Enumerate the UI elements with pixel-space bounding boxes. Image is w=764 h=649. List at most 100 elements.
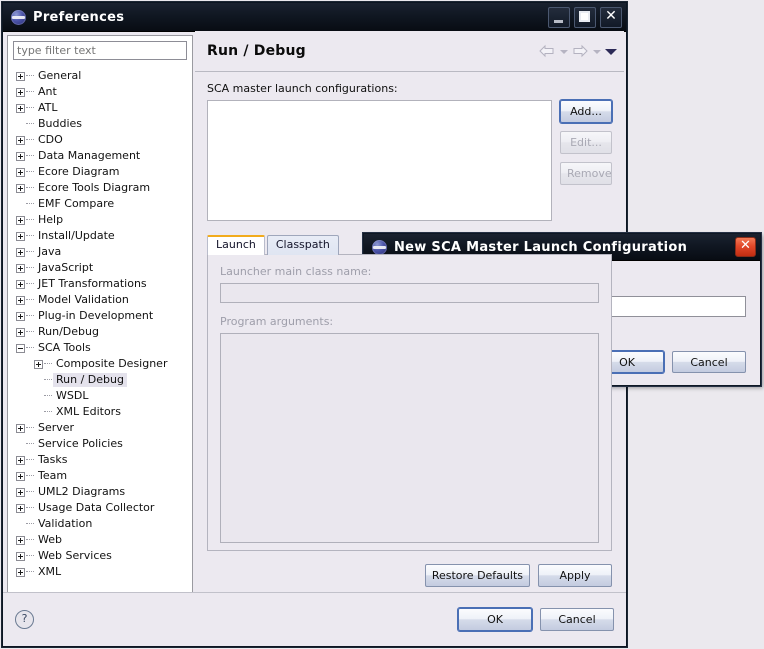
tree-item-tasks[interactable]: Tasks — [16, 452, 192, 468]
preferences-footer: ? OK Cancel — [3, 592, 626, 646]
expand-icon[interactable] — [16, 135, 25, 145]
tree-item-jet-transformations[interactable]: JET Transformations — [16, 276, 192, 292]
tree-item-uml2-diagrams[interactable]: UML2 Diagrams — [16, 484, 192, 500]
tree-item-cdo[interactable]: CDO — [16, 132, 192, 148]
expand-icon[interactable] — [16, 279, 25, 289]
expand-icon[interactable] — [16, 71, 25, 81]
tree-item-xml[interactable]: XML — [16, 564, 192, 580]
tree-item-label: Model Validation — [38, 293, 129, 306]
expand-icon[interactable] — [16, 535, 25, 545]
expand-icon[interactable] — [16, 471, 25, 481]
add-button[interactable]: Add... — [560, 100, 612, 123]
launch-config-list[interactable] — [207, 100, 552, 221]
tree-item-label: WSDL — [56, 389, 89, 402]
tree-item-usage-data-collector[interactable]: Usage Data Collector — [16, 500, 192, 516]
tree-item-install-update[interactable]: Install/Update — [16, 228, 192, 244]
expand-icon[interactable] — [16, 167, 25, 177]
tree-item-label: JET Transformations — [38, 277, 147, 290]
tab-classpath[interactable]: Classpath — [266, 235, 339, 255]
tree-item-composite-designer[interactable]: Composite Designer — [16, 356, 192, 372]
ok-button[interactable]: OK — [458, 608, 532, 631]
tree-item-data-management[interactable]: Data Management — [16, 148, 192, 164]
tree-item-validation[interactable]: Validation — [16, 516, 192, 532]
tree-item-atl[interactable]: ATL — [16, 100, 192, 116]
tree-connector — [26, 459, 34, 461]
expand-icon[interactable] — [16, 87, 25, 97]
tree-item-ant[interactable]: Ant — [16, 84, 192, 100]
expand-icon[interactable] — [16, 183, 25, 193]
view-menu-caret-icon[interactable] — [604, 43, 618, 59]
expand-icon[interactable] — [16, 327, 25, 337]
tree-item-ecore-tools-diagram[interactable]: Ecore Tools Diagram — [16, 180, 192, 196]
forward-dropdown-caret-icon[interactable] — [592, 43, 601, 59]
tab-launch[interactable]: Launch — [207, 235, 265, 255]
tree-item-run-debug[interactable]: Run / Debug — [16, 372, 192, 388]
back-dropdown-caret-icon[interactable] — [559, 43, 568, 59]
tree-item-web-services[interactable]: Web Services — [16, 548, 192, 564]
tree-item-emf-compare[interactable]: EMF Compare — [16, 196, 192, 212]
expand-icon[interactable] — [34, 359, 43, 369]
expand-icon[interactable] — [16, 551, 25, 561]
forward-arrow-icon[interactable] — [571, 43, 589, 59]
minimize-button[interactable] — [548, 6, 570, 28]
dialog-cancel-button[interactable]: Cancel — [672, 351, 746, 373]
expand-icon[interactable] — [16, 423, 25, 433]
apply-button[interactable]: Apply — [538, 564, 612, 587]
expand-icon[interactable] — [16, 151, 25, 161]
tree-item-web[interactable]: Web — [16, 532, 192, 548]
program-arguments-textarea[interactable] — [220, 333, 599, 543]
tree-item-xml-editors[interactable]: XML Editors — [16, 404, 192, 420]
tree-connector — [44, 363, 52, 365]
tree-item-help[interactable]: Help — [16, 212, 192, 228]
preference-tree[interactable]: General Ant ATL Buddies CDO Data Management Ec… — [8, 63, 192, 580]
tree-item-label: Service Policies — [38, 437, 123, 450]
help-icon[interactable]: ? — [15, 610, 34, 629]
launcher-main-class-input[interactable] — [220, 283, 599, 303]
close-button[interactable]: ✕ — [600, 6, 622, 28]
expand-icon[interactable] — [16, 311, 25, 321]
tree-item-java[interactable]: Java — [16, 244, 192, 260]
tree-item-wsdl[interactable]: WSDL — [16, 388, 192, 404]
tree-item-run-debug[interactable]: Run/Debug — [16, 324, 192, 340]
tree-item-sca-tools[interactable]: SCA Tools — [16, 340, 192, 356]
tree-item-ecore-diagram[interactable]: Ecore Diagram — [16, 164, 192, 180]
expand-icon[interactable] — [16, 263, 25, 273]
expand-icon[interactable] — [16, 247, 25, 257]
restore-defaults-button[interactable]: Restore Defaults — [424, 564, 530, 587]
tree-connector — [26, 267, 34, 269]
tree-item-buddies[interactable]: Buddies — [16, 116, 192, 132]
tree-item-label: Validation — [38, 517, 93, 530]
back-arrow-icon[interactable] — [538, 43, 556, 59]
remove-button[interactable]: Remove — [560, 162, 612, 185]
filter-input[interactable] — [13, 41, 187, 60]
expand-icon[interactable] — [16, 231, 25, 241]
tree-item-label: Run/Debug — [38, 325, 99, 338]
dialog-close-button[interactable]: ✕ — [735, 237, 756, 257]
tree-item-model-validation[interactable]: Model Validation — [16, 292, 192, 308]
expand-icon[interactable] — [16, 103, 25, 113]
preferences-window: Preferences ✕ General Ant ATL Buddies CDO Dat… — [2, 2, 627, 647]
tree-item-service-policies[interactable]: Service Policies — [16, 436, 192, 452]
tree-item-general[interactable]: General — [16, 68, 192, 84]
tree-connector — [26, 203, 34, 205]
expand-icon[interactable] — [16, 215, 25, 225]
expand-icon[interactable] — [16, 503, 25, 513]
expand-icon[interactable] — [16, 295, 25, 305]
cancel-button[interactable]: Cancel — [540, 608, 614, 631]
expand-icon[interactable] — [16, 487, 25, 497]
tree-item-javascript[interactable]: JavaScript — [16, 260, 192, 276]
edit-button[interactable]: Edit... — [560, 131, 612, 154]
collapse-icon[interactable] — [16, 343, 25, 353]
maximize-button[interactable] — [574, 6, 596, 28]
program-arguments-label: Program arguments: — [220, 315, 334, 328]
page-header: Run / Debug — [195, 31, 624, 72]
expand-icon[interactable] — [16, 567, 25, 577]
tree-item-server[interactable]: Server — [16, 420, 192, 436]
tree-item-label: Composite Designer — [56, 357, 168, 370]
tree-item-team[interactable]: Team — [16, 468, 192, 484]
tree-connector — [26, 171, 34, 173]
tree-item-plug-in-development[interactable]: Plug-in Development — [16, 308, 192, 324]
tree-item-label: Web Services — [38, 549, 112, 562]
expand-icon[interactable] — [16, 455, 25, 465]
